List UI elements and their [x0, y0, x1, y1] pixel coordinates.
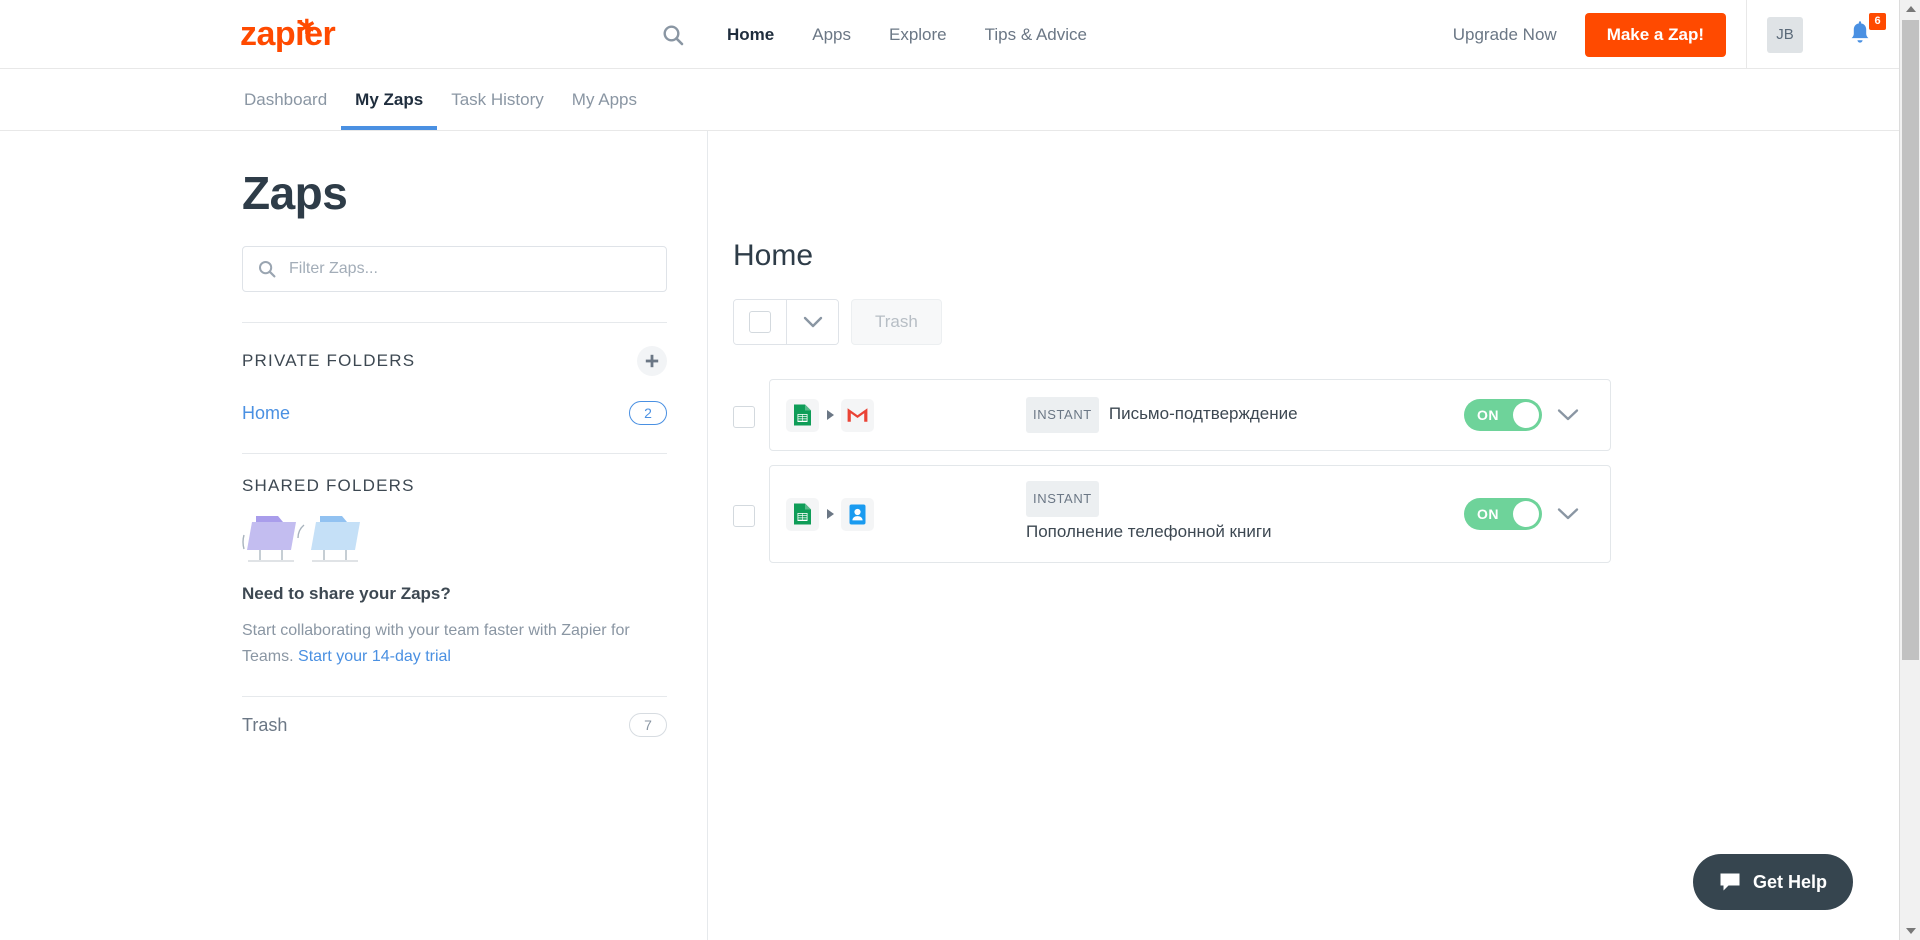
column-divider — [707, 131, 708, 940]
bulk-select-group — [733, 299, 839, 345]
scroll-down-button[interactable] — [1900, 922, 1920, 940]
private-folders-header: PRIVATE FOLDERS — [242, 341, 667, 381]
nav-item-home[interactable]: Home — [708, 0, 793, 69]
zap-name: Пополнение телефонной книги — [1026, 522, 1272, 541]
zap-expand-button[interactable] — [1542, 507, 1594, 521]
toggle-label: ON — [1477, 407, 1499, 423]
status-badge: INSTANT — [1026, 397, 1099, 433]
zap-app-icons — [786, 398, 874, 432]
get-help-button[interactable]: Get Help — [1692, 854, 1853, 910]
select-all-checkbox[interactable] — [734, 300, 786, 344]
chevron-down-icon — [1557, 409, 1579, 421]
trash-count-badge: 7 — [629, 713, 667, 737]
notification-badge: 6 — [1869, 12, 1886, 30]
chevron-down-icon — [803, 316, 822, 327]
zapier-logo[interactable]: zapier ✱ — [240, 12, 336, 56]
avatar[interactable]: JB — [1767, 16, 1803, 53]
google-contacts-icon — [841, 497, 874, 531]
app-root: zapier ✱ Home Apps Explore Tips & Advice… — [0, 0, 1920, 940]
zap-title-wrap: INSTANT Письмо-подтверждение — [1026, 397, 1464, 433]
status-badge: INSTANT — [1026, 481, 1099, 517]
chat-bubble-icon — [1720, 873, 1740, 891]
page-title: Zaps — [242, 167, 348, 219]
zaps-panel: Home Trash INSTANT Письмо-подтверждение … — [733, 239, 1633, 577]
primary-nav: Home Apps Explore Tips & Advice — [650, 0, 1106, 69]
scroll-up-button[interactable] — [1900, 0, 1920, 18]
folder-count-badge: 2 — [629, 401, 667, 425]
trash-button[interactable]: Trash — [851, 299, 942, 345]
sidebar: PRIVATE FOLDERS Home 2 SHARED FOLDERS — [242, 246, 667, 753]
table-row: INSTANT Письмо-подтверждение ON — [733, 379, 1633, 451]
add-folder-button[interactable] — [637, 346, 667, 376]
search-icon[interactable] — [650, 12, 696, 58]
toggle-knob — [1513, 501, 1539, 527]
zap-card[interactable]: INSTANT Пополнение телефонной книги ON — [769, 465, 1611, 563]
tab-my-apps[interactable]: My Apps — [558, 90, 651, 130]
zap-title-wrap: INSTANT Пополнение телефонной книги — [1026, 481, 1326, 547]
shared-folders-heading: SHARED FOLDERS — [242, 476, 415, 495]
gmail-icon — [841, 398, 874, 432]
notifications-button[interactable]: 6 — [1847, 12, 1886, 50]
vertical-scrollbar[interactable] — [1899, 0, 1920, 940]
start-trial-link[interactable]: Start your 14-day trial — [298, 648, 451, 665]
nav-item-explore[interactable]: Explore — [870, 0, 966, 69]
logo-text: zapier — [240, 15, 336, 53]
zap-card[interactable]: INSTANT Письмо-подтверждение ON — [769, 379, 1611, 451]
bulk-select-dropdown-button[interactable] — [786, 300, 838, 344]
share-prompt-description: Start collaborating with your team faste… — [242, 618, 642, 670]
sidebar-folder-trash[interactable]: Trash 7 — [242, 697, 667, 753]
chevron-down-icon — [1557, 508, 1579, 520]
header-divider — [1746, 0, 1747, 69]
upgrade-now-link[interactable]: Upgrade Now — [1453, 25, 1557, 45]
toggle-label: ON — [1477, 506, 1499, 522]
secondary-nav: Dashboard My Zaps Task History My Apps — [0, 69, 1899, 131]
header-actions: Upgrade Now Make a Zap! JB 6 — [1453, 0, 1886, 69]
zap-list: INSTANT Письмо-подтверждение ON INSTANT … — [733, 379, 1633, 563]
trash-label: Trash — [242, 714, 288, 735]
folder-name: Home — [242, 402, 291, 423]
search-input[interactable] — [289, 247, 659, 291]
search-icon — [258, 260, 276, 283]
tab-dashboard[interactable]: Dashboard — [240, 90, 341, 130]
two-folders-illustration — [242, 510, 382, 568]
get-help-label: Get Help — [1752, 871, 1827, 892]
filter-zaps-field[interactable] — [242, 246, 667, 292]
zap-name: Письмо-подтверждение — [1108, 404, 1298, 423]
make-a-zap-button[interactable]: Make a Zap! — [1584, 12, 1726, 57]
zaps-toolbar: Trash — [733, 299, 1633, 345]
zap-row-checkbox[interactable] — [733, 406, 755, 428]
viewport: zapier ✱ Home Apps Explore Tips & Advice… — [0, 0, 1899, 940]
zap-enable-toggle[interactable]: ON — [1464, 498, 1542, 530]
private-folders-heading: PRIVATE FOLDERS — [242, 351, 416, 370]
top-header: zapier ✱ Home Apps Explore Tips & Advice… — [0, 0, 1899, 69]
zap-enable-toggle[interactable]: ON — [1464, 399, 1542, 431]
nav-item-tips-advice[interactable]: Tips & Advice — [966, 0, 1106, 69]
toggle-knob — [1513, 402, 1539, 428]
scrollbar-thumb[interactable] — [1902, 20, 1919, 660]
folder-title: Home — [733, 239, 814, 272]
flow-arrow-icon — [819, 410, 841, 420]
logo-asterisk-icon: ✱ — [298, 16, 316, 39]
share-prompt-title: Need to share your Zaps? — [242, 584, 451, 603]
zap-expand-button[interactable] — [1542, 408, 1594, 422]
zap-app-icons — [786, 497, 874, 531]
table-row: INSTANT Пополнение телефонной книги ON — [733, 465, 1633, 563]
google-sheets-icon — [786, 497, 819, 531]
tab-task-history[interactable]: Task History — [437, 90, 558, 130]
checkbox-box — [749, 311, 771, 333]
sidebar-folder-home[interactable]: Home 2 — [242, 391, 667, 435]
zap-row-checkbox[interactable] — [733, 505, 755, 527]
plus-icon — [645, 354, 659, 368]
flow-arrow-icon — [819, 509, 841, 519]
nav-item-apps[interactable]: Apps — [793, 0, 870, 69]
google-sheets-icon — [786, 398, 819, 432]
tab-my-zaps[interactable]: My Zaps — [341, 90, 438, 130]
